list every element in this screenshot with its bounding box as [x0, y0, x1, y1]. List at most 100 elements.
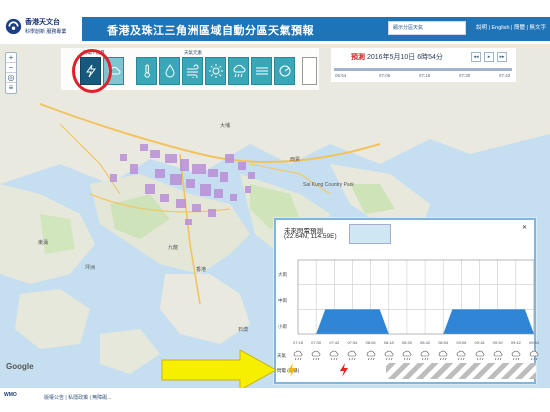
lightning-cell	[286, 363, 336, 379]
title-bar: 香港及珠江三角洲區域自動分區天氣預報 顯示分區天氣 說明 | English |…	[82, 17, 550, 41]
place-label: 坪洲	[85, 265, 96, 271]
radar-icon	[279, 65, 290, 77]
toolbar-caption: 天氣元素	[184, 50, 202, 55]
language-links[interactable]: 說明 | English | 簡體 | 無文字	[476, 23, 546, 31]
cloud-rain-icon	[402, 350, 412, 361]
lightning-row	[286, 363, 536, 379]
lightning-icon	[340, 363, 348, 377]
visibility-button[interactable]	[251, 57, 272, 85]
sun-button[interactable]	[205, 57, 226, 85]
show-district-weather-button[interactable]: 顯示分區天氣	[388, 21, 466, 35]
x-tick-label: 09:42	[510, 340, 521, 345]
timeline-tick: 07:30	[459, 73, 471, 78]
timeline-tick: 07:06	[379, 73, 391, 78]
play-button[interactable]: ▸	[484, 52, 494, 62]
place-label: 大埔	[220, 123, 231, 129]
lightning-area-series	[298, 309, 534, 334]
x-tick-label: 09:30	[492, 340, 503, 345]
haze-icon	[255, 67, 268, 75]
cloud-rain-icon	[366, 350, 375, 361]
cloud-rain-icon	[330, 350, 339, 361]
x-tick-label: 08:18	[383, 340, 394, 345]
cloud-rain-icon	[233, 64, 245, 78]
footer: WMO 版權公告 | 私隱政策 | 無障礙...	[0, 388, 550, 412]
forecast-label: 預測	[351, 54, 365, 61]
header: 香港天文台 科學創新 服務專業 香港及珠江三角洲區域自動分區天氣預報 顯示分區天…	[0, 0, 550, 44]
rain-button[interactable]	[228, 57, 249, 85]
y-tick-label: 中雨	[278, 298, 287, 303]
legend-swatch	[302, 57, 317, 85]
zoom-out-button[interactable]: −	[6, 63, 16, 73]
cloud-rain-icon	[493, 350, 503, 361]
lightning-chart	[297, 259, 535, 335]
timeline-tick: 06:54	[335, 73, 347, 78]
thermometer-icon	[144, 64, 150, 78]
cloud-rain-icon	[420, 350, 430, 361]
droplet-icon	[164, 64, 175, 78]
weather-row-label: 天氣	[277, 353, 286, 358]
timeline-tick: 07:18	[419, 73, 431, 78]
zoom-in-button[interactable]: +	[6, 53, 16, 63]
pointer-arrow	[161, 350, 278, 390]
popup-coordinates: (22.64N, 114.59E)	[284, 233, 337, 240]
y-tick-label: 小雨	[278, 324, 287, 329]
x-tick-label: 07:30	[311, 340, 322, 345]
wmo-badge: WMO	[4, 392, 17, 398]
highlight-annotation	[72, 49, 112, 93]
x-tick-label: 09:54	[528, 340, 539, 345]
forecast-timeline: 預測 2016年5月10日 6時54分 ◂◂ ▸ ▸▸ 06:54 07:06 …	[331, 48, 516, 82]
cloud-rain-icon	[475, 350, 484, 361]
place-label: Sai Kung Country Park	[303, 182, 354, 188]
org-name: 香港天文台	[25, 19, 60, 26]
wind-button[interactable]	[182, 57, 203, 85]
cloud-rain-icon	[457, 350, 466, 361]
timeline-slider[interactable]	[334, 68, 512, 71]
cloud-rain-icon	[384, 350, 394, 361]
x-tick-label: 07:42	[329, 340, 340, 345]
humidity-button[interactable]	[159, 57, 180, 85]
footer-links[interactable]: 版權公告 | 私隱政策 | 無障礙...	[44, 394, 111, 401]
forecast-time: 2016年5月10日 6時54分	[367, 54, 443, 61]
cloud-rain-icon	[438, 350, 448, 361]
locate-button[interactable]: ◎	[6, 73, 16, 83]
x-tick-label: 07:54	[347, 340, 358, 345]
org-subtitle: 科學創新 服務專業	[25, 29, 67, 35]
x-tick-label: 08:42	[420, 340, 431, 345]
observatory-emblem-icon	[5, 18, 22, 35]
forecast-popup: 未來閃電預測 (22.64N, 114.59E) ✕ 大雨 中雨 小雨 07:1…	[274, 218, 539, 384]
lightning-cell	[338, 363, 384, 379]
x-tick-label: 07:18	[292, 340, 303, 345]
cloud-rain-icon	[348, 350, 357, 361]
x-tick-label: 09:06	[456, 340, 467, 345]
timeline-tick: 07:42	[499, 73, 511, 78]
google-logo: Google	[6, 362, 34, 371]
place-label: 西貢	[290, 157, 301, 163]
no-data-band	[386, 363, 536, 379]
lightning-icon	[288, 363, 296, 377]
place-label: 石澳	[238, 327, 249, 333]
layers-button[interactable]: ≡	[6, 83, 16, 93]
x-tick-label: 08:54	[438, 340, 449, 345]
map-zoom-controls: + − ◎ ≡	[5, 52, 17, 94]
observatory-logo[interactable]: 香港天文台 科學創新 服務專業	[0, 14, 82, 44]
place-label: 九龍	[168, 245, 179, 251]
popup-minimap	[349, 224, 391, 244]
cloud-rain-icon	[511, 350, 521, 361]
cloud-rain-icon	[311, 350, 321, 361]
x-tick-label: 09:18	[474, 340, 485, 345]
place-label: 東涌	[38, 240, 49, 246]
sun-icon	[208, 64, 223, 78]
cloud-rain-icon	[293, 350, 303, 361]
close-icon[interactable]: ✕	[520, 224, 529, 233]
app-window: 香港天文台 科學創新 服務專業 香港及珠江三角洲區域自動分區天氣預報 顯示分區天…	[0, 0, 550, 412]
y-tick-label: 大雨	[278, 272, 287, 277]
temperature-button[interactable]	[136, 57, 157, 85]
place-label: 香港	[196, 267, 207, 273]
step-forward-button[interactable]: ▸▸	[497, 52, 507, 62]
cloud-rain-icon	[529, 350, 539, 361]
x-tick-label: 08:30	[401, 340, 412, 345]
page-title: 香港及珠江三角洲區域自動分區天氣預報	[107, 25, 314, 37]
radar-button[interactable]	[274, 57, 295, 85]
step-back-button[interactable]: ◂◂	[471, 52, 481, 62]
x-tick-label: 08:06	[365, 340, 376, 345]
